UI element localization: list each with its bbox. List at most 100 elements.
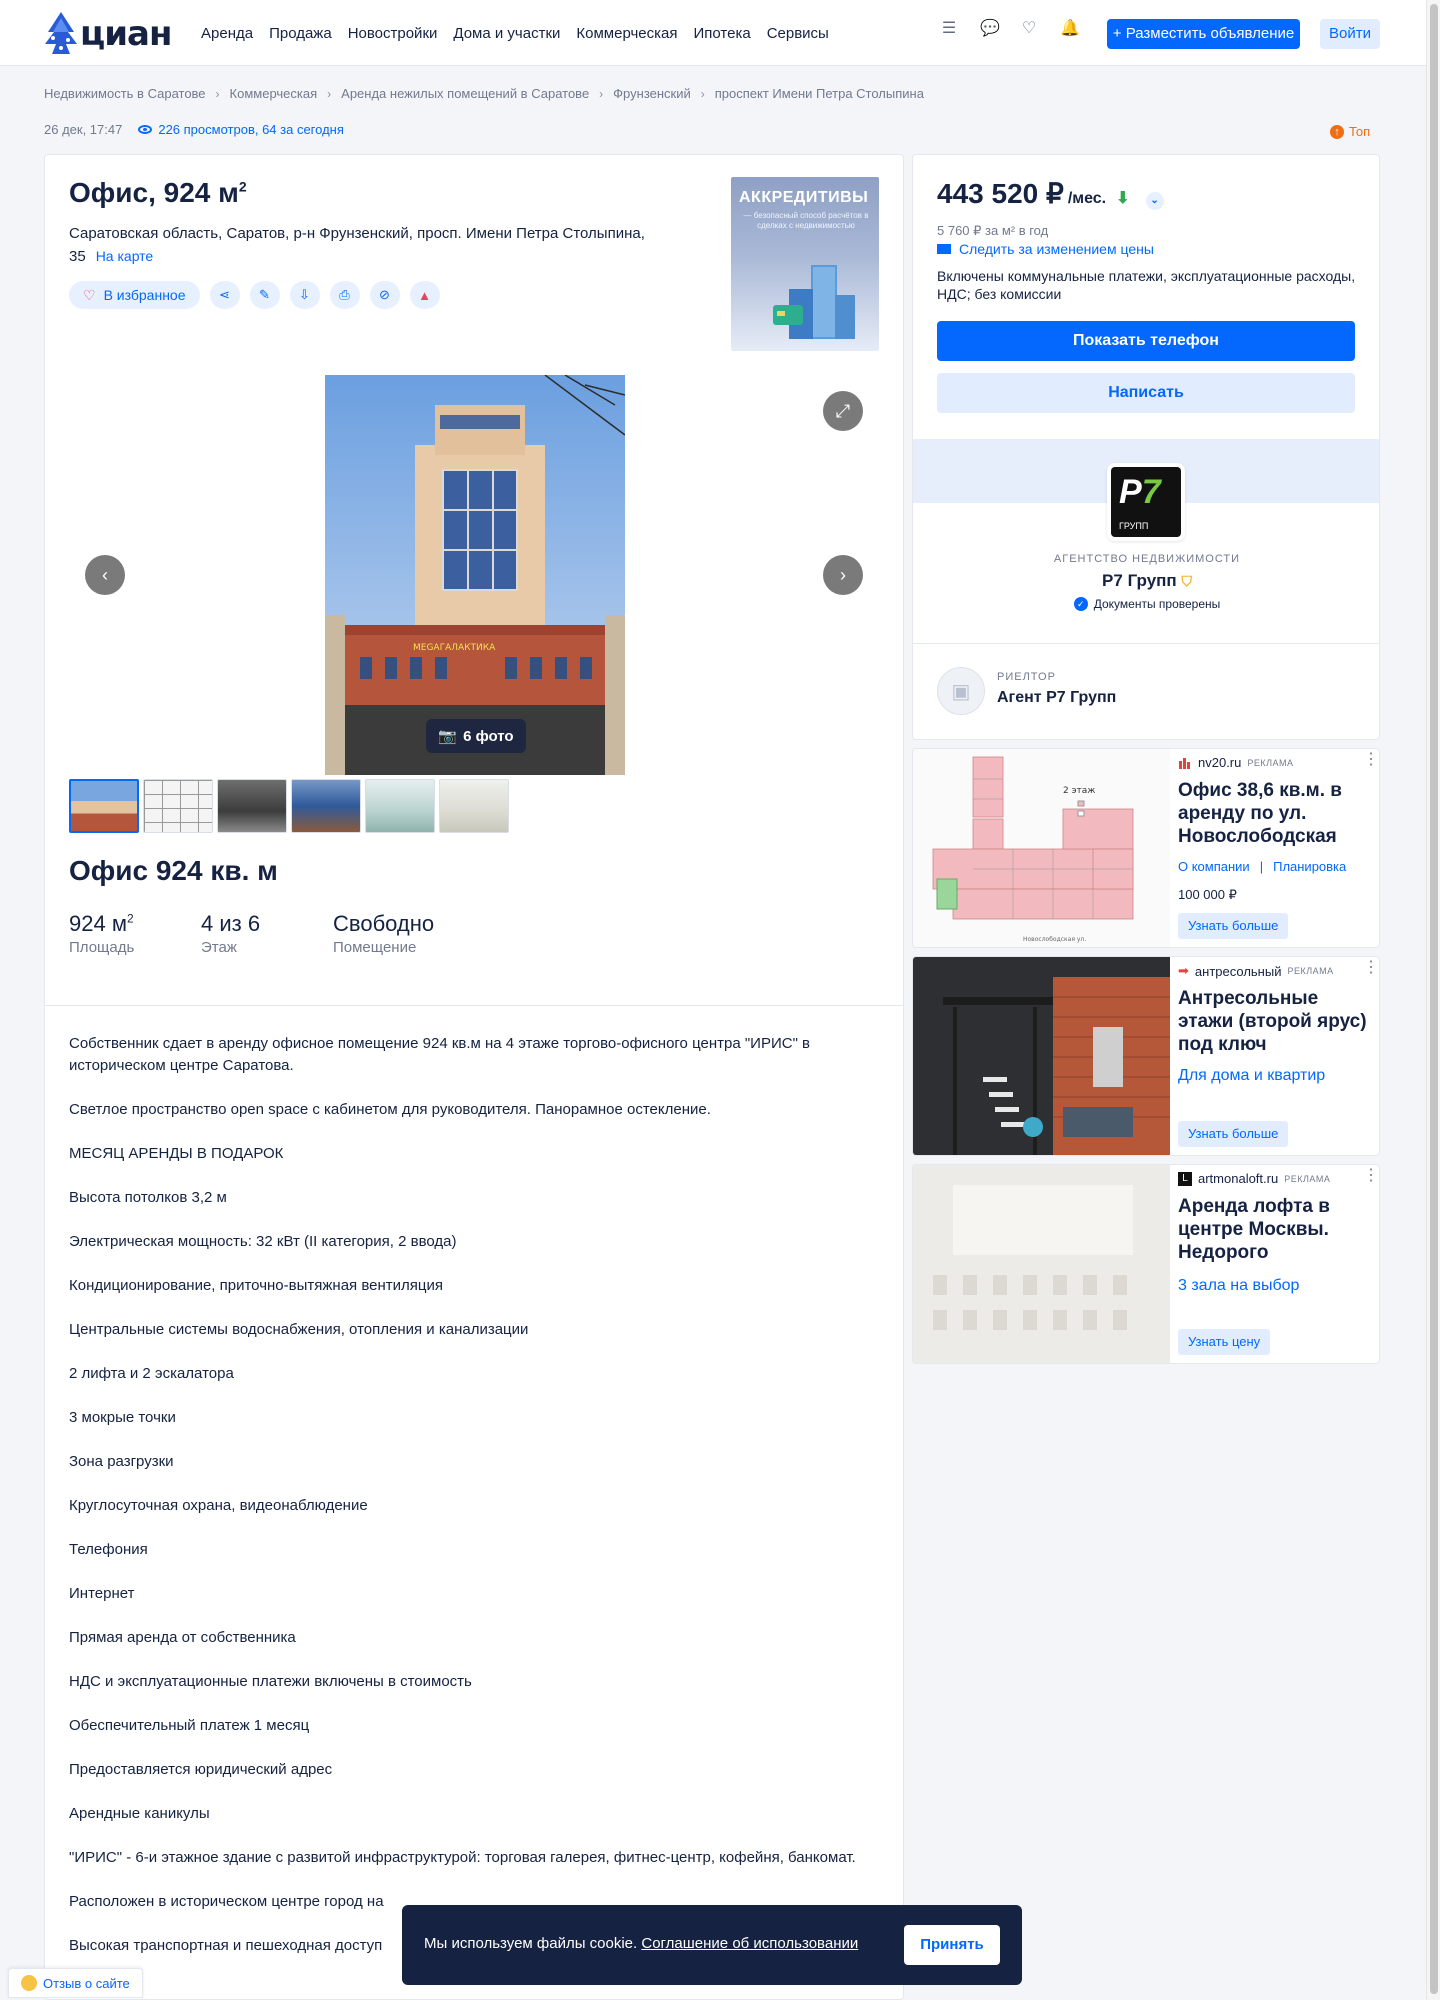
breadcrumb-item[interactable]: Аренда нежилых помещений в Саратове — [341, 86, 589, 101]
thumbnail[interactable] — [365, 779, 435, 833]
accept-cookies-button[interactable]: Принять — [904, 1925, 1000, 1965]
printer-icon: ⎙ — [339, 287, 350, 302]
cookie-agreement-link[interactable]: Соглашение об использовании — [641, 1935, 858, 1952]
camera-icon: 📷 — [438, 728, 458, 745]
description-paragraph: Круглосуточная охрана, видеонаблюдение — [69, 1497, 368, 1514]
nav-houses[interactable]: Дома и участки — [453, 25, 560, 42]
scrollbar-thumb[interactable] — [1430, 4, 1438, 1994]
map-link[interactable]: На карте — [96, 248, 154, 264]
fact-value-text: 924 м — [69, 911, 127, 936]
watch-price-link[interactable]: Следить за изменением цены — [937, 241, 1154, 257]
ad-card[interactable]: ➡ антресольный РЕКЛАМА ⋮ Антресольные этаж… — [912, 956, 1380, 1156]
shield-icon: ⛉ — [1181, 573, 1192, 589]
chevron-down-icon[interactable]: ⌄ — [1145, 192, 1164, 210]
cookie-text: Мы используем файлы cookie. Соглашение о… — [424, 1935, 858, 1952]
agency-logo-sub: ГРУПП — [1119, 521, 1149, 531]
report-button[interactable]: ▲ — [409, 281, 440, 309]
ad-subtitle[interactable]: Для дома и квартир — [1178, 1067, 1325, 1085]
thumbnail[interactable] — [69, 779, 139, 833]
share-button[interactable]: ⋖ — [209, 281, 240, 309]
edit-button[interactable]: ✎ — [249, 281, 280, 309]
heart-icon[interactable]: ♡ — [1020, 20, 1038, 38]
ad-find-price-button[interactable]: Узнать цену — [1178, 1329, 1271, 1355]
thumbnail[interactable] — [143, 779, 213, 833]
ad-tag: РЕКЛАМА — [1284, 1173, 1331, 1184]
fact-floor: 4 из 6 Этаж — [201, 911, 260, 956]
breadcrumb-item[interactable]: Фрунзенский — [613, 86, 691, 101]
thumbnail[interactable] — [291, 779, 361, 833]
nav-services[interactable]: Сервисы — [767, 25, 829, 42]
hide-button[interactable]: ⊘ — [369, 281, 400, 309]
description-paragraph: 2 лифта и 2 эскалатора — [69, 1365, 234, 1382]
agency-name[interactable]: Р7 Групп ⛉ — [913, 571, 1379, 591]
breadcrumb-item[interactable]: Недвижимость в Саратове — [44, 86, 206, 101]
login-button[interactable]: Войти — [1320, 19, 1380, 49]
description-paragraph: НДС и эксплуатационные платежи включены … — [69, 1673, 472, 1690]
breadcrumb-separator: › — [700, 86, 705, 101]
views-count: 226 просмотров, 64 за сегодня — [158, 122, 344, 137]
breadcrumb-item[interactable]: проспект Имени Петра Столыпина — [715, 86, 924, 101]
eye-icon — [138, 125, 153, 134]
plan-floor-label: 2 этаж — [1063, 786, 1095, 796]
cookie-message: Мы используем файлы cookie. — [424, 1935, 638, 1952]
ad-link-company[interactable]: О компании — [1178, 859, 1250, 874]
breadcrumb-item[interactable]: Коммерческая — [230, 86, 318, 101]
agency-logo-mark: P7 — [1119, 473, 1161, 512]
ad-card[interactable]: 2 этаж Новослободская ул. nv20.ru РЕКЛАМА… — [912, 748, 1380, 948]
nav-mortgage[interactable]: Ипотека — [693, 25, 750, 42]
ad-card[interactable]: Lartmonaloft.ru РЕКЛАМА ⋮ Аренда лофта в … — [912, 1164, 1380, 1364]
pencil-icon: ✎ — [259, 287, 270, 302]
ad-source[interactable]: Lartmonaloft.ru РЕКЛАМА — [1178, 1171, 1330, 1186]
more-vertical-icon[interactable]: ⋮ — [1363, 1168, 1379, 1184]
main-photo[interactable]: MEGAГАЛАКТИКА 📷 6 фото — [325, 375, 625, 775]
views-link[interactable]: 226 просмотров, 64 за сегодня — [138, 122, 344, 137]
nav-newbuild[interactable]: Новостройки — [348, 25, 438, 42]
fact-area: 924 м2 Площадь — [69, 911, 134, 956]
thumbnail[interactable] — [439, 779, 509, 833]
show-phone-button[interactable]: Показать телефон — [937, 321, 1355, 361]
realtor-type: РИЕЛТОР — [997, 671, 1056, 683]
floor-plan-image: 2 этаж Новослободская ул. — [913, 749, 1170, 947]
gallery-prev-button[interactable]: ‹ — [85, 555, 125, 595]
buildings-illustration-icon — [773, 265, 855, 339]
favorite-label: В избранное — [103, 287, 186, 303]
ad-source[interactable]: nv20.ru РЕКЛАМА — [1178, 755, 1294, 770]
write-message-button[interactable]: Написать — [937, 373, 1355, 413]
chat-icon[interactable]: 💬 — [980, 20, 1000, 38]
compare-list-icon[interactable]: ☰ — [940, 20, 958, 38]
photo-count-badge[interactable]: 📷 6 фото — [426, 719, 526, 753]
thumbnail[interactable] — [217, 779, 287, 833]
ad-link-plan[interactable]: Планировка — [1273, 859, 1346, 874]
ad-title[interactable]: Аренда лофта в центре Москвы. Недорого — [1178, 1195, 1374, 1264]
nav-rent[interactable]: Аренда — [201, 25, 253, 42]
realtor-name[interactable]: Агент Р7 Групп — [997, 689, 1116, 707]
gallery-next-button[interactable]: › — [823, 555, 863, 595]
ad-title[interactable]: Антресольные этажи (второй ярус) под клю… — [1178, 987, 1374, 1056]
cian-logo[interactable]: циан — [44, 10, 172, 56]
ad-subtitle[interactable]: 3 зала на выбор — [1178, 1277, 1299, 1295]
ad-link-separator: | — [1259, 859, 1264, 874]
ad-learn-more-button[interactable]: Узнать больше — [1178, 913, 1289, 939]
agency-logo[interactable]: P7 ГРУПП — [1107, 463, 1185, 541]
gallery-expand-button[interactable]: ⤢ — [823, 391, 863, 431]
nav-sale[interactable]: Продажа — [269, 25, 332, 42]
print-button[interactable]: ⎙ — [329, 281, 360, 309]
more-vertical-icon[interactable]: ⋮ — [1363, 752, 1379, 768]
warning-icon: ▲ — [418, 287, 431, 303]
favorite-button[interactable]: ♡ В избранное — [69, 281, 200, 309]
nv20-logo-icon — [1179, 757, 1190, 769]
post-listing-button[interactable]: + Разместить объявление — [1107, 19, 1300, 49]
feedback-button[interactable]: Отзыв о сайте — [8, 1968, 143, 1998]
nav-commercial[interactable]: Коммерческая — [576, 25, 677, 42]
ad-learn-more-button[interactable]: Узнать больше — [1178, 1121, 1289, 1147]
more-vertical-icon[interactable]: ⋮ — [1363, 960, 1379, 976]
ad-source[interactable]: ➡ антресольный РЕКЛАМА — [1178, 963, 1334, 979]
ad-title[interactable]: Офис 38,6 кв.м. в аренду по ул. Новослоб… — [1178, 779, 1374, 848]
chevron-right-icon: › — [840, 564, 846, 585]
bell-icon[interactable]: 🔔 — [1060, 20, 1080, 38]
plan-street-label: Новослободская ул. — [1023, 936, 1086, 943]
download-button[interactable]: ⇩ — [289, 281, 320, 309]
promo-banner[interactable]: АККРЕДИТИВЫ — безопасный способ расчётов… — [731, 177, 879, 351]
scrollbar[interactable] — [1426, 0, 1440, 2000]
agency-logo-p: P — [1119, 473, 1142, 511]
